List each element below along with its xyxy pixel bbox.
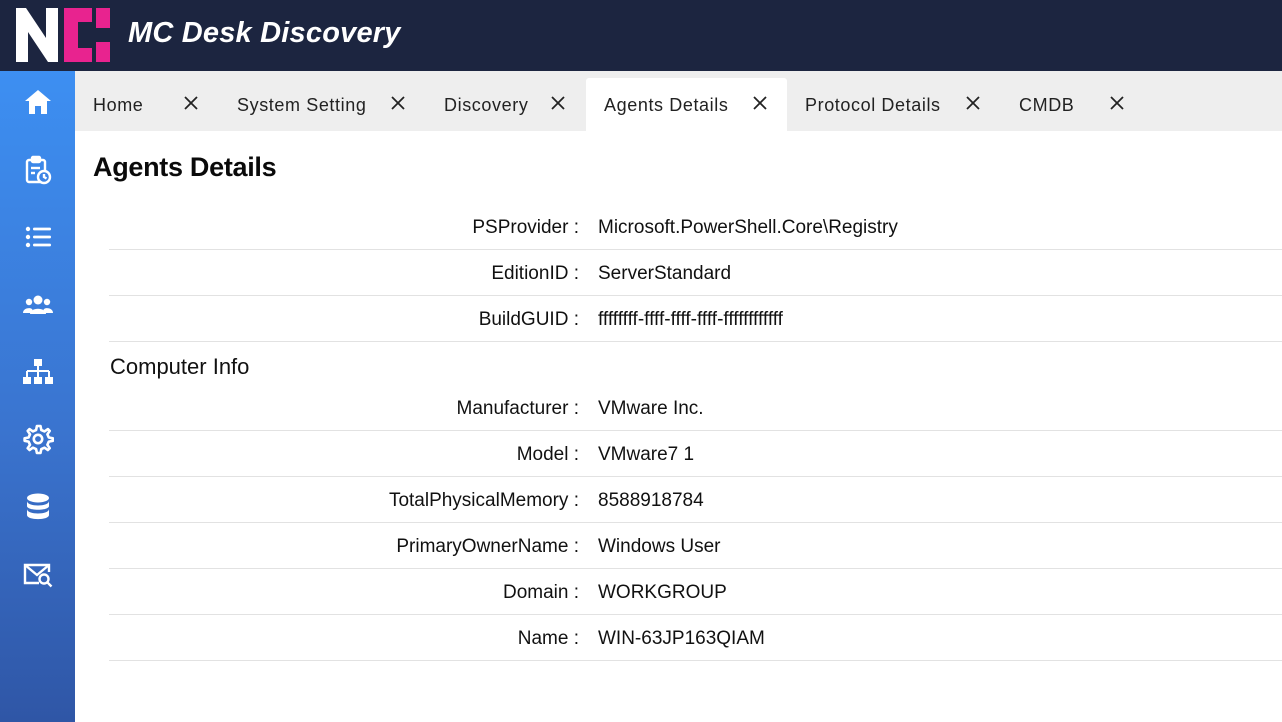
detail-row-model: Model : VMware7 1 — [109, 431, 1282, 477]
sidebar-item-mail-search[interactable] — [0, 546, 75, 606]
section-title-computer-info: Computer Info — [110, 354, 250, 379]
detail-value: 8588918784 — [598, 490, 704, 511]
detail-row-name: Name : WIN-63JP163QIAM — [109, 615, 1282, 661]
tab-label: Home — [93, 95, 144, 115]
app-header: MC Desk Discovery — [0, 0, 1282, 71]
detail-value: WORKGROUP — [598, 582, 727, 603]
gear-icon — [22, 423, 54, 460]
page-title: Agents Details — [93, 152, 277, 182]
sidebar-item-database[interactable] — [0, 479, 75, 539]
detail-value: ffffffff-ffff-ffff-ffff-ffffffffffff — [598, 309, 783, 330]
users-icon — [22, 289, 54, 326]
detail-key: BuildGUID : — [478, 309, 579, 330]
tab-label: Discovery — [444, 95, 529, 115]
detail-row-manufacturer: Manufacturer : VMware Inc. — [109, 385, 1282, 431]
detail-key: Model : — [516, 444, 579, 465]
close-icon[interactable] — [389, 94, 407, 112]
detail-value: VMware Inc. — [598, 398, 704, 419]
close-icon[interactable] — [751, 94, 769, 112]
close-icon[interactable] — [549, 94, 567, 112]
sidebar-item-hierarchy[interactable] — [0, 344, 75, 404]
detail-key: Manufacturer : — [456, 398, 580, 419]
detail-row-domain: Domain : WORKGROUP — [109, 569, 1282, 615]
detail-value: ServerStandard — [598, 263, 732, 284]
tab-agents-details[interactable]: Agents Details — [586, 78, 787, 131]
detail-row-editionid: EditionID : ServerStandard — [109, 250, 1282, 296]
close-icon[interactable] — [182, 94, 200, 112]
sidebar-item-users[interactable] — [0, 277, 75, 337]
sidebar — [0, 71, 75, 722]
tab-protocol-details[interactable]: Protocol Details — [787, 78, 997, 131]
detail-key: Name : — [517, 628, 579, 649]
detail-key: Domain : — [502, 582, 579, 603]
tab-label: CMDB — [1019, 95, 1075, 115]
detail-value: WIN-63JP163QIAM — [598, 628, 765, 649]
app-title: MC Desk Discovery — [128, 17, 401, 49]
clipboard-clock-icon — [22, 154, 54, 191]
close-icon[interactable] — [964, 94, 982, 112]
tab-cmdb[interactable]: CMDB — [1001, 78, 1141, 131]
detail-key: PrimaryOwnerName : — [396, 536, 579, 557]
app-logo[interactable] — [16, 8, 110, 62]
detail-row-primary-owner-name: PrimaryOwnerName : Windows User — [109, 523, 1282, 569]
sitemap-icon — [22, 356, 54, 393]
sidebar-item-home[interactable] — [0, 74, 75, 134]
detail-value: VMware7 1 — [598, 444, 695, 465]
tab-label: Agents Details — [604, 95, 729, 115]
tab-discovery[interactable]: Discovery — [426, 78, 586, 131]
detail-key: TotalPhysicalMemory : — [388, 490, 579, 511]
detail-key: PSProvider : — [472, 217, 579, 238]
mail-search-icon — [22, 558, 54, 595]
detail-row-buildguid: BuildGUID : ffffffff-ffff-ffff-ffff-ffff… — [109, 296, 1282, 342]
detail-row-total-physical-memory: TotalPhysicalMemory : 8588918784 — [109, 477, 1282, 523]
list-icon — [22, 221, 54, 258]
tab-bar: Home System Setting Discovery Agents Det… — [75, 71, 1282, 131]
detail-value: Windows User — [598, 536, 721, 557]
sidebar-item-list[interactable] — [0, 209, 75, 269]
home-icon — [22, 86, 54, 123]
sidebar-item-settings[interactable] — [0, 411, 75, 471]
tab-label: Protocol Details — [805, 95, 941, 115]
close-icon[interactable] — [1108, 94, 1126, 112]
database-icon — [22, 491, 54, 528]
sidebar-item-tasks[interactable] — [0, 142, 75, 202]
detail-value: Microsoft.PowerShell.Core\Registry — [598, 217, 898, 238]
detail-row-psprovider: PSProvider : Microsoft.PowerShell.Core\R… — [109, 204, 1282, 250]
detail-key: EditionID : — [491, 263, 579, 284]
tab-home[interactable]: Home — [75, 78, 215, 131]
tab-system-setting[interactable]: System Setting — [219, 78, 419, 131]
tab-label: System Setting — [237, 95, 367, 115]
